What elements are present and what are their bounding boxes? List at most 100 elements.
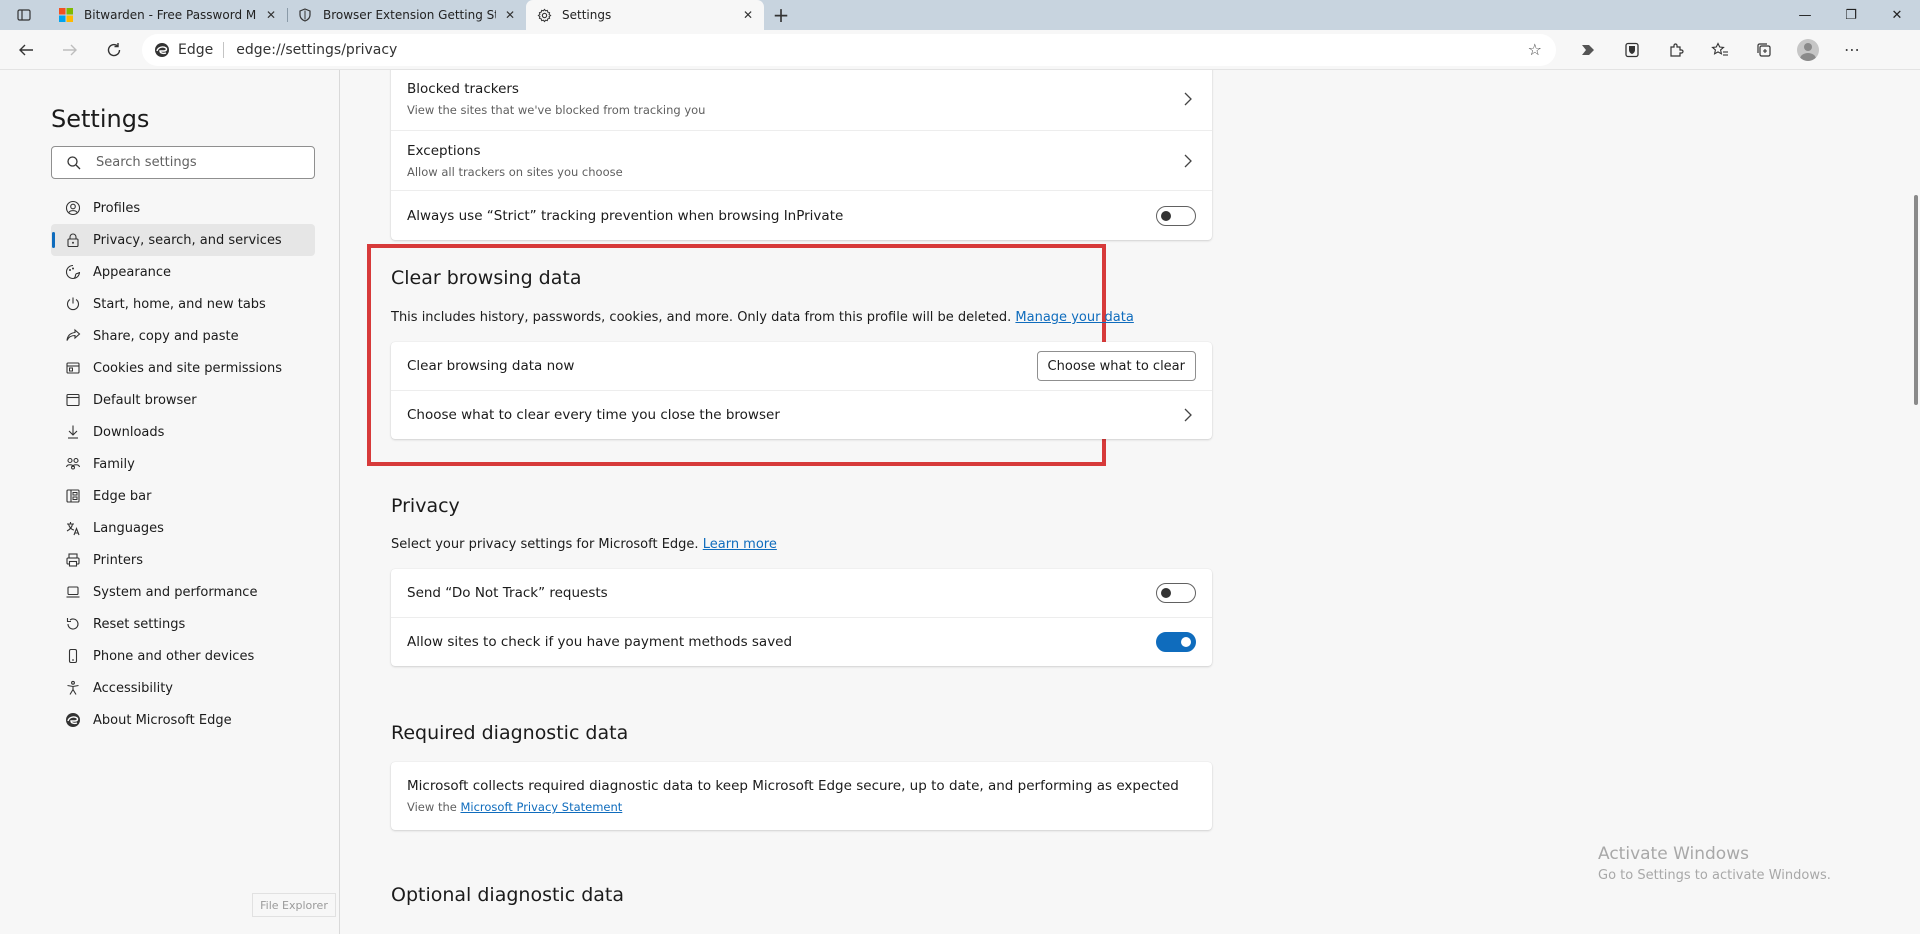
privacy-statement-link[interactable]: Microsoft Privacy Statement bbox=[460, 800, 622, 814]
url-text[interactable]: edge://settings/privacy bbox=[236, 42, 397, 58]
description-text: Select your privacy settings for Microso… bbox=[391, 537, 699, 552]
favorites-button[interactable] bbox=[1698, 34, 1742, 66]
languages-icon bbox=[65, 520, 81, 536]
sidebar-item-label: Edge bar bbox=[93, 488, 152, 504]
profile-icon bbox=[65, 200, 81, 216]
sidebar-item-label: Cookies and site permissions bbox=[93, 360, 282, 376]
sidebar-item-label: Accessibility bbox=[93, 680, 173, 696]
puzzle-icon bbox=[1670, 42, 1684, 57]
blocked-trackers-row[interactable]: Blocked trackers View the sites that we'… bbox=[391, 70, 1212, 130]
browser-toolbar: Edge edge://settings/privacy ☆ ⋯ bbox=[0, 30, 1920, 70]
sidebar-item-privacy[interactable]: Privacy, search, and services bbox=[51, 224, 315, 256]
sidebar-item-system-performance[interactable]: System and performance bbox=[51, 576, 315, 608]
sidebar-item-default-browser[interactable]: Default browser bbox=[51, 384, 315, 416]
row-title: Clear browsing data now bbox=[407, 358, 575, 374]
sidebar-item-reset-settings[interactable]: Reset settings bbox=[51, 608, 315, 640]
required-diagnostic-row: Microsoft collects required diagnostic d… bbox=[391, 762, 1212, 830]
do-not-track-toggle[interactable] bbox=[1156, 583, 1196, 603]
activate-windows-watermark: Activate Windows Go to Settings to activ… bbox=[1598, 844, 1831, 883]
sidebar-item-start-home[interactable]: Start, home, and new tabs bbox=[51, 288, 315, 320]
close-window-button[interactable]: ✕ bbox=[1874, 0, 1920, 30]
chevron-right-icon bbox=[1180, 91, 1196, 107]
watermark-title: Activate Windows bbox=[1598, 844, 1749, 864]
exceptions-row[interactable]: Exceptions Allow all trackers on sites y… bbox=[391, 130, 1212, 190]
row-title: Blocked trackers bbox=[407, 81, 519, 97]
back-button[interactable] bbox=[8, 34, 44, 66]
restore-button[interactable]: ❐ bbox=[1828, 0, 1874, 30]
add-favorite-icon[interactable]: ☆ bbox=[1528, 40, 1542, 59]
edge-logo-icon bbox=[65, 712, 81, 728]
download-icon bbox=[65, 424, 81, 440]
plus-icon: + bbox=[772, 3, 790, 27]
do-not-track-row: Send “Do Not Track” requests bbox=[391, 569, 1212, 617]
clear-browsing-data-description: This includes history, passwords, cookie… bbox=[391, 310, 1134, 325]
manage-your-data-link[interactable]: Manage your data bbox=[1015, 310, 1133, 325]
clear-browsing-data-heading: Clear browsing data bbox=[391, 267, 582, 289]
refresh-button[interactable] bbox=[96, 34, 132, 66]
collections-icon bbox=[1757, 42, 1771, 57]
sidebar-item-printers[interactable]: Printers bbox=[51, 544, 315, 576]
new-tab-button[interactable]: + bbox=[764, 0, 798, 30]
file-explorer-tooltip: File Explorer bbox=[252, 893, 336, 917]
close-icon[interactable]: ✕ bbox=[263, 7, 279, 23]
close-icon[interactable]: ✕ bbox=[502, 7, 518, 23]
bitwarden-shield-icon bbox=[1625, 42, 1639, 57]
row-subtitle: View the Microsoft Privacy Statement bbox=[407, 800, 1196, 814]
sidebar-item-phone-devices[interactable]: Phone and other devices bbox=[51, 640, 315, 672]
minimize-button[interactable]: — bbox=[1782, 0, 1828, 30]
extensions-button[interactable] bbox=[1654, 34, 1698, 66]
chevron-right-icon bbox=[1180, 153, 1196, 169]
row-subtitle: Allow all trackers on sites you choose bbox=[407, 164, 623, 179]
clear-on-close-row[interactable]: Choose what to clear every time you clos… bbox=[391, 390, 1212, 439]
collections-button[interactable] bbox=[1742, 34, 1786, 66]
tab-title: Settings bbox=[562, 8, 612, 22]
required-diagnostic-card: Microsoft collects required diagnostic d… bbox=[391, 762, 1212, 830]
more-icon: ⋯ bbox=[1844, 40, 1860, 59]
tab-browser-extension[interactable]: Browser Extension Getting Starte ✕ bbox=[287, 0, 526, 30]
sidebar-item-appearance[interactable]: Appearance bbox=[51, 256, 315, 288]
site-identity-label[interactable]: Edge bbox=[178, 42, 213, 58]
sidebar-item-label: About Microsoft Edge bbox=[93, 712, 232, 728]
close-icon[interactable]: ✕ bbox=[740, 7, 756, 23]
forward-button[interactable] bbox=[52, 34, 88, 66]
settings-main: Blocked trackers View the sites that we'… bbox=[341, 70, 1920, 934]
extension-arrow-button[interactable] bbox=[1566, 34, 1610, 66]
choose-what-to-clear-button[interactable]: Choose what to clear bbox=[1036, 351, 1196, 381]
privacy-description: Select your privacy settings for Microso… bbox=[391, 537, 777, 552]
page-scrollbar[interactable] bbox=[1912, 70, 1920, 934]
sidebar-item-languages[interactable]: Languages bbox=[51, 512, 315, 544]
forward-arrow-icon bbox=[63, 44, 77, 55]
sidebar-item-about-edge[interactable]: About Microsoft Edge bbox=[51, 704, 315, 736]
sidebar-item-label: Appearance bbox=[93, 264, 172, 280]
tab-actions-button[interactable] bbox=[0, 0, 48, 30]
search-settings-box[interactable] bbox=[51, 146, 315, 179]
family-icon bbox=[65, 456, 81, 472]
laptop-icon bbox=[65, 584, 81, 600]
address-bar[interactable]: Edge edge://settings/privacy ☆ bbox=[142, 33, 1556, 66]
sidebar-item-share-copy-paste[interactable]: Share, copy and paste bbox=[51, 320, 315, 352]
appearance-icon bbox=[65, 264, 81, 280]
strict-inprivate-toggle[interactable] bbox=[1156, 205, 1196, 226]
description-text: This includes history, passwords, cookie… bbox=[391, 310, 1012, 325]
toggle-knob bbox=[1181, 637, 1191, 647]
watermark-subtitle: Go to Settings to activate Windows. bbox=[1598, 868, 1831, 883]
sidebar-item-downloads[interactable]: Downloads bbox=[51, 416, 315, 448]
power-icon bbox=[65, 296, 81, 312]
subtitle-prefix: View the bbox=[407, 800, 457, 814]
sidebar-item-accessibility[interactable]: Accessibility bbox=[51, 672, 315, 704]
sidebar-item-edge-bar[interactable]: Edge bar bbox=[51, 480, 315, 512]
sidebar-item-cookies[interactable]: Cookies and site permissions bbox=[51, 352, 315, 384]
learn-more-link[interactable]: Learn more bbox=[703, 537, 777, 552]
bitwarden-extension-button[interactable] bbox=[1610, 34, 1654, 66]
search-input[interactable] bbox=[96, 155, 296, 170]
edge-logo-icon bbox=[155, 42, 169, 57]
tab-settings[interactable]: Settings ✕ bbox=[526, 0, 764, 30]
scrollbar-thumb[interactable] bbox=[1914, 195, 1918, 405]
sidebar-item-family[interactable]: Family bbox=[51, 448, 315, 480]
payment-methods-toggle[interactable] bbox=[1156, 632, 1196, 652]
phone-icon bbox=[65, 648, 81, 664]
tab-bitwarden[interactable]: Bitwarden - Free Password Mana ✕ bbox=[48, 0, 287, 30]
settings-and-more-button[interactable]: ⋯ bbox=[1830, 34, 1874, 66]
sidebar-item-profiles[interactable]: Profiles bbox=[51, 192, 315, 224]
profile-button[interactable] bbox=[1786, 34, 1830, 66]
